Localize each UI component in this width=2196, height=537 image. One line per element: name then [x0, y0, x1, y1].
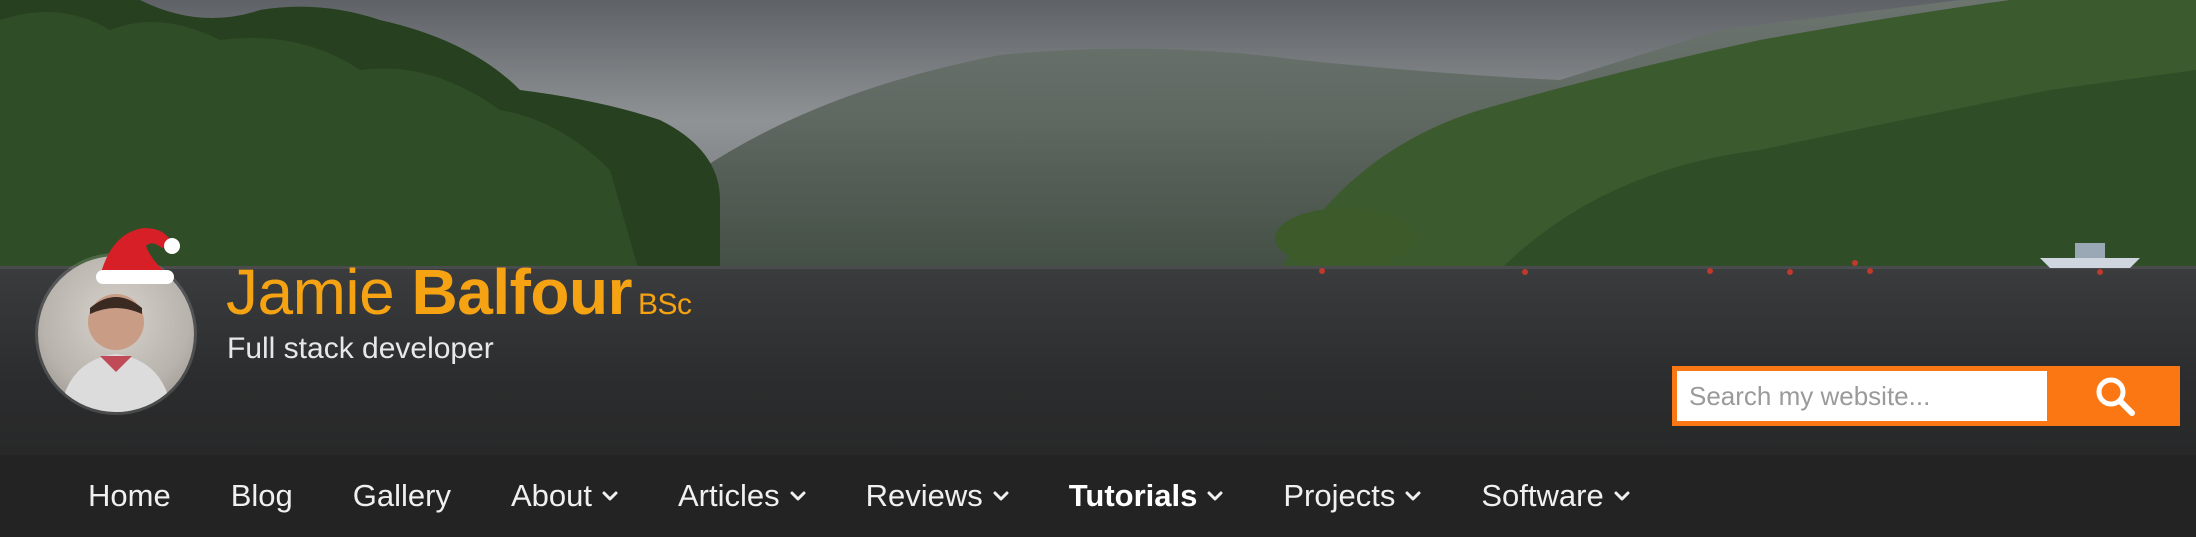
santa-hat-icon	[96, 228, 180, 284]
last-name: Balfour	[411, 256, 633, 328]
main-navigation: Home Blog Gallery About Articles Reviews Tutor…	[0, 455, 2196, 537]
nav-list: Home Blog Gallery About Articles Reviews Tutor…	[88, 455, 1690, 537]
nav-item-software[interactable]: Software	[1481, 478, 1630, 514]
nav-item-label: Gallery	[352, 478, 451, 513]
site-header: Jamie BalfourBSc Full stack developer Ho…	[0, 0, 2196, 537]
chevron-down-icon	[1207, 491, 1223, 501]
job-title: Full stack developer	[227, 332, 494, 365]
nav-item-label: About	[510, 478, 592, 513]
nav-item-tutorials[interactable]: Tutorials	[1069, 478, 1224, 514]
nav-item-label: Projects	[1283, 478, 1396, 513]
nav-item-gallery[interactable]: Gallery	[353, 478, 451, 514]
chevron-down-icon	[1405, 491, 1421, 501]
nav-item-label: Reviews	[865, 478, 983, 513]
search-bar	[1672, 366, 2180, 426]
chevron-down-icon	[993, 491, 1009, 501]
degree-label: BSc	[638, 288, 692, 321]
first-name: Jamie	[226, 256, 395, 328]
nav-item-label: Blog	[230, 478, 293, 513]
chevron-down-icon	[1614, 491, 1630, 501]
search-button[interactable]	[2050, 366, 2180, 426]
site-owner-name: Jamie Balfour BSc	[226, 256, 692, 341]
nav-item-reviews[interactable]: Reviews	[866, 478, 1009, 514]
nav-item-about[interactable]: About	[511, 478, 618, 514]
nav-item-blog[interactable]: Blog	[231, 478, 293, 514]
search-input[interactable]	[1677, 371, 2047, 421]
nav-item-label: Articles	[677, 478, 780, 513]
nav-item-projects[interactable]: Projects	[1283, 478, 1421, 514]
nav-item-label: Tutorials	[1068, 478, 1198, 513]
chevron-down-icon	[790, 491, 806, 501]
search-icon	[2096, 377, 2135, 416]
chevron-down-icon	[602, 491, 618, 501]
nav-item-articles[interactable]: Articles	[678, 478, 806, 514]
nav-item-home[interactable]: Home	[88, 478, 171, 514]
nav-item-label: Home	[88, 478, 171, 513]
nav-item-label: Software	[1481, 478, 1604, 513]
